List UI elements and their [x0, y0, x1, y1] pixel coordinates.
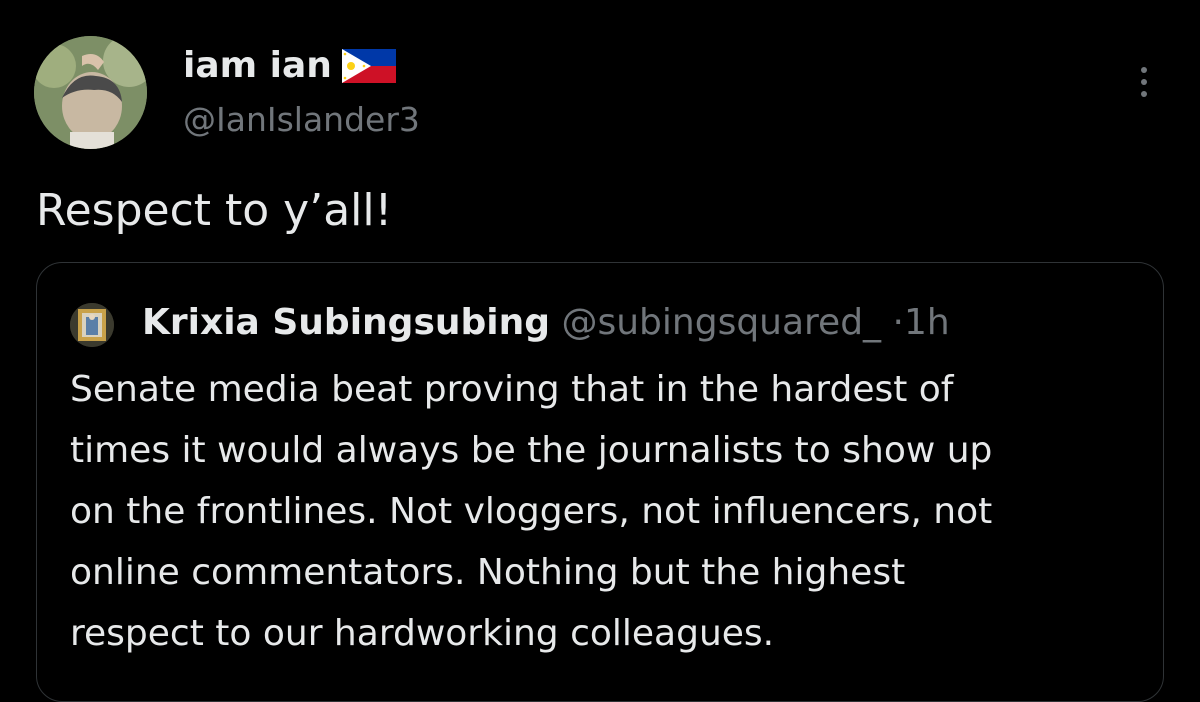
- quoted-tweet-card[interactable]: Krixia Subingsubing @subingsquared_ ·1h …: [36, 262, 1164, 702]
- quoted-text-line: on the frontlines. Not vloggers, not inf…: [70, 491, 993, 532]
- quoted-text-line: online commentators. Nothing but the hig…: [70, 552, 906, 593]
- quoted-tweet-text: Senate media beat proving that in the ha…: [70, 359, 1150, 664]
- author-avatar-image: [34, 36, 147, 149]
- author-name-text: iam ian: [183, 45, 332, 86]
- quoted-text-line: respect to our hardworking colleagues.: [70, 613, 775, 654]
- quoted-author-handle[interactable]: @subingsquared_: [561, 302, 881, 343]
- author-avatar[interactable]: [34, 36, 147, 149]
- quoted-author-avatar-image: [70, 303, 114, 347]
- quoted-text-line: Senate media beat proving that in the ha…: [70, 369, 954, 410]
- quoted-tweet-header: Krixia Subingsubing @subingsquared_ ·1h: [142, 297, 950, 349]
- quoted-text-line: times it would always be the journalists…: [70, 430, 993, 471]
- quoted-author-name[interactable]: Krixia Subingsubing: [142, 302, 550, 343]
- philippines-flag-icon: [341, 49, 396, 83]
- author-handle[interactable]: @IanIslander3: [183, 98, 420, 142]
- separator-dot: ·: [892, 302, 904, 343]
- author-display-name[interactable]: iam ian: [183, 44, 396, 88]
- more-options-icon[interactable]: [1130, 60, 1158, 104]
- quoted-author-avatar[interactable]: [70, 303, 114, 347]
- tweet-text: Respect to y’all!: [36, 185, 393, 236]
- quoted-tweet-time[interactable]: 1h: [904, 302, 950, 343]
